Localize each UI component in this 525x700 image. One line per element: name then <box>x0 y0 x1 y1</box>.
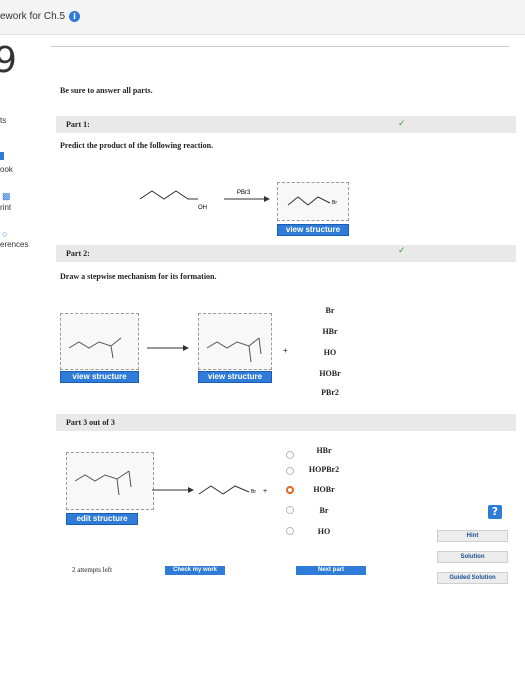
reagent-label: PBr3 <box>237 190 251 196</box>
part2-title: Part 2: <box>66 249 90 258</box>
sidebar-item-label: ook <box>0 165 13 174</box>
solution-button[interactable]: Solution <box>437 551 508 563</box>
part3-header: Part 3 out of 3 <box>56 414 516 431</box>
part2-prompt: Draw a stepwise mechanism for its format… <box>60 272 217 281</box>
sidebar-item-references[interactable]: erences <box>0 240 28 249</box>
part1-answer-box[interactable]: Br <box>277 182 349 221</box>
view-structure-button-1[interactable]: view structure <box>60 371 139 383</box>
part2-structure-2 <box>206 337 262 363</box>
br-label: Br <box>332 200 337 206</box>
part3-radio-1[interactable] <box>286 451 294 459</box>
top-bar: ework for Ch.5 i <box>0 0 525 35</box>
sidebar-item-print[interactable]: rint <box>0 203 11 212</box>
instructions: Be sure to answer all parts. <box>60 86 153 95</box>
part3-radio-3[interactable] <box>286 486 294 494</box>
part1-title: Part 1: <box>66 120 90 129</box>
next-part-button[interactable]: Next part <box>296 566 366 575</box>
part2-option-hbr[interactable]: HBr <box>310 327 350 336</box>
part1-header: Part 1: <box>56 116 516 133</box>
part3-radio-2[interactable] <box>286 467 294 475</box>
part3-plus-sign: + <box>263 488 267 495</box>
part3-option-ho[interactable]: HO <box>300 527 348 536</box>
part3-option-hbr[interactable]: HBr <box>300 446 348 455</box>
part3-option-hopbr2[interactable]: HOPBr2 <box>300 465 348 474</box>
part1-reactant-structure: OH PBr3 <box>140 190 270 211</box>
view-structure-button[interactable]: view structure <box>277 224 349 236</box>
sidebar-item-label: ts <box>0 116 7 125</box>
assignment-title: ework for Ch.5 <box>0 11 66 22</box>
part3-title: Part 3 out of 3 <box>66 418 115 427</box>
attempts-left: 2 attempts left <box>72 566 113 574</box>
book-icon <box>0 152 4 160</box>
sidebar-item-points[interactable]: ts <box>0 116 6 125</box>
part2-structure-1 <box>68 337 122 359</box>
sidebar-item-label: erences <box>0 240 29 249</box>
help-button[interactable]: ? <box>488 505 502 519</box>
check-my-work-button[interactable]: Check my work <box>165 566 225 575</box>
part2-header: Part 2: <box>56 245 516 262</box>
part1-prompt: Predict the product of the following rea… <box>60 141 214 150</box>
edit-structure-button[interactable]: edit structure <box>66 513 138 525</box>
info-icon[interactable]: i <box>69 11 80 22</box>
sidebar-item-ebook[interactable]: ook <box>0 165 13 174</box>
mechanism-arrow <box>147 345 189 351</box>
guided-solution-button[interactable]: Guided Solution <box>437 572 508 584</box>
sidebar-item-label: rint <box>0 203 12 212</box>
part2-option-br[interactable]: Br <box>310 306 350 315</box>
part3-radio-4[interactable] <box>286 506 294 514</box>
part3-br-label: Br <box>251 489 256 495</box>
divider <box>50 46 510 47</box>
references-icon: ○ <box>2 229 8 239</box>
part3-radio-5[interactable] <box>286 527 294 535</box>
view-structure-button-2[interactable]: view structure <box>198 371 272 383</box>
part3-option-hobr[interactable]: HOBr <box>300 485 348 494</box>
part2-option-pbr2[interactable]: PBr2 <box>310 388 350 397</box>
hint-button[interactable]: Hint <box>437 530 508 542</box>
part3-edit-box[interactable] <box>66 452 154 510</box>
question-number: 9 <box>0 40 17 81</box>
part2-box-2[interactable] <box>198 313 272 370</box>
printer-icon: ▩ <box>2 191 11 201</box>
part2-box-1[interactable] <box>60 313 139 370</box>
part3-product-structure: Br + <box>198 485 267 495</box>
part2-option-ho[interactable]: HO <box>310 348 350 357</box>
oh-label: OH <box>198 205 207 211</box>
part3-option-br[interactable]: Br <box>300 506 348 515</box>
part1-product-structure: Br <box>287 196 337 206</box>
part1-check-icon: ✓ <box>398 118 406 128</box>
part2-check-icon: ✓ <box>398 245 406 255</box>
part3-structure <box>74 470 132 496</box>
part2-option-hobr[interactable]: HOBr <box>310 369 350 378</box>
part3-arrow <box>152 487 194 493</box>
arrow-head <box>264 196 270 202</box>
plus-sign: + <box>283 346 288 355</box>
